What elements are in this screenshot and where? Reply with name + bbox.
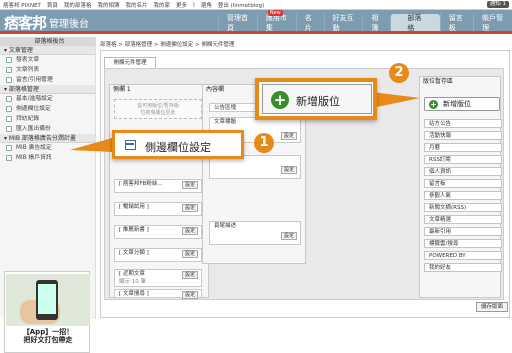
callout-pointers [70,92,420,152]
promo-line: 【App】一招！ [22,328,74,336]
step-number-2: 2 [389,63,409,83]
add-slot-zoomed-button[interactable]: + 新增版位 [262,84,372,114]
step-number-1: 1 [254,133,274,153]
promo-text: 【App】一招！ 把好文打包帶走 [5,328,91,344]
callout-label: 側邊欄位設定 [145,141,211,154]
pointer-right [372,92,420,108]
pointer-left [70,138,112,152]
plus-icon: + [271,91,289,109]
promo-line: 把好文打包帶走 [23,336,73,344]
button-label: 新增版位 [296,95,340,108]
layout-icon [125,140,136,150]
save-layout-button[interactable]: 儲存版面 [476,302,508,312]
callout-sidebar-settings: 側邊欄位設定 [112,130,244,159]
